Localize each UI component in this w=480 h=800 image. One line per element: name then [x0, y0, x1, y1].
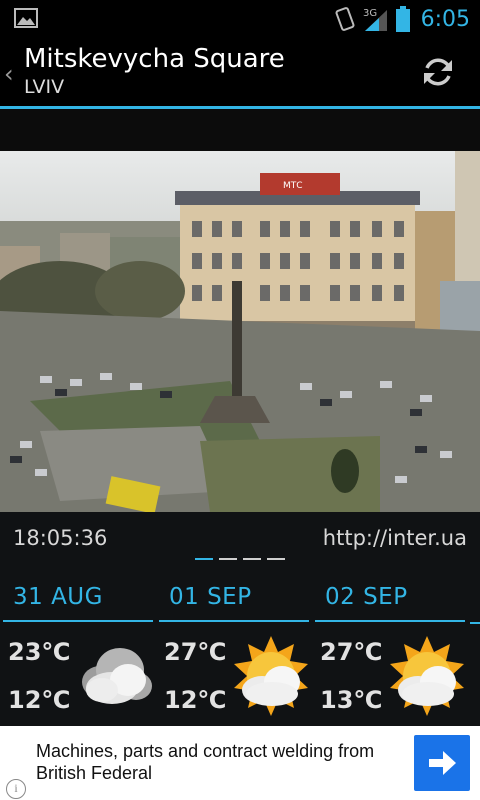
forecast-day: 01 SEP 27℃ 12℃	[156, 578, 309, 726]
svg-text:3G: 3G	[363, 8, 377, 19]
page-indicator	[195, 558, 285, 560]
page-dot	[195, 558, 213, 560]
forecast-divider	[315, 620, 465, 622]
forecast-low: 13℃	[320, 686, 383, 714]
forecast-date: 31 AUG	[13, 584, 103, 610]
webcam-scene: МТС	[0, 151, 480, 512]
forecast-low: 12℃	[164, 686, 227, 714]
back-chevron-icon[interactable]: ‹	[4, 60, 14, 88]
ad-banner[interactable]: Machines, parts and contract welding fro…	[0, 726, 480, 800]
forecast-date: 01 SEP	[169, 584, 252, 610]
webcam-image[interactable]: МТС	[0, 151, 480, 512]
action-bar: ‹ Mitskevycha Square LVIV	[0, 38, 480, 106]
info-row: 18:05:36 http://inter.ua	[0, 512, 480, 588]
next-day-divider	[470, 622, 480, 624]
arrow-right-icon	[429, 751, 456, 775]
page-dot	[219, 558, 237, 560]
ad-text[interactable]: Machines, parts and contract welding fro…	[36, 740, 412, 784]
partly-sunny-icon	[234, 636, 308, 716]
forecast-divider	[159, 620, 309, 622]
ad-info-icon[interactable]: i	[6, 779, 26, 799]
forecast-high: 27℃	[164, 638, 227, 666]
forecast-strip[interactable]: 31 AUG 23℃ 12℃ 01 SEP 27℃ 12℃ 02 SEP 27℃…	[0, 578, 480, 726]
page-dot	[243, 558, 261, 560]
signal-icon: 3G	[363, 8, 387, 31]
cloudy-icon	[82, 648, 152, 704]
refresh-icon[interactable]	[418, 52, 458, 92]
ad-open-button[interactable]	[414, 735, 470, 791]
page-subtitle: LVIV	[24, 76, 65, 98]
status-bar: 3G 6:05	[0, 0, 480, 38]
page-dot	[267, 558, 285, 560]
forecast-high: 27℃	[320, 638, 383, 666]
forecast-high: 23℃	[8, 638, 71, 666]
forecast-day: 31 AUG 23℃ 12℃	[0, 578, 153, 726]
building-sign: МТС	[283, 181, 303, 191]
forecast-day: 02 SEP 27℃ 13℃	[312, 578, 465, 726]
forecast-low: 12℃	[8, 686, 71, 714]
status-time: 6:05	[420, 6, 470, 32]
capture-time: 18:05:36	[13, 526, 108, 550]
partly-sunny-icon	[390, 636, 464, 716]
forecast-divider	[3, 620, 153, 622]
source-link[interactable]: http://inter.ua	[323, 526, 467, 550]
forecast-date: 02 SEP	[325, 584, 408, 610]
image-icon	[14, 8, 38, 28]
vibrate-icon	[335, 7, 355, 31]
battery-icon	[395, 6, 410, 32]
page-title[interactable]: Mitskevycha Square	[24, 44, 285, 74]
toolbar-strip	[0, 109, 480, 151]
